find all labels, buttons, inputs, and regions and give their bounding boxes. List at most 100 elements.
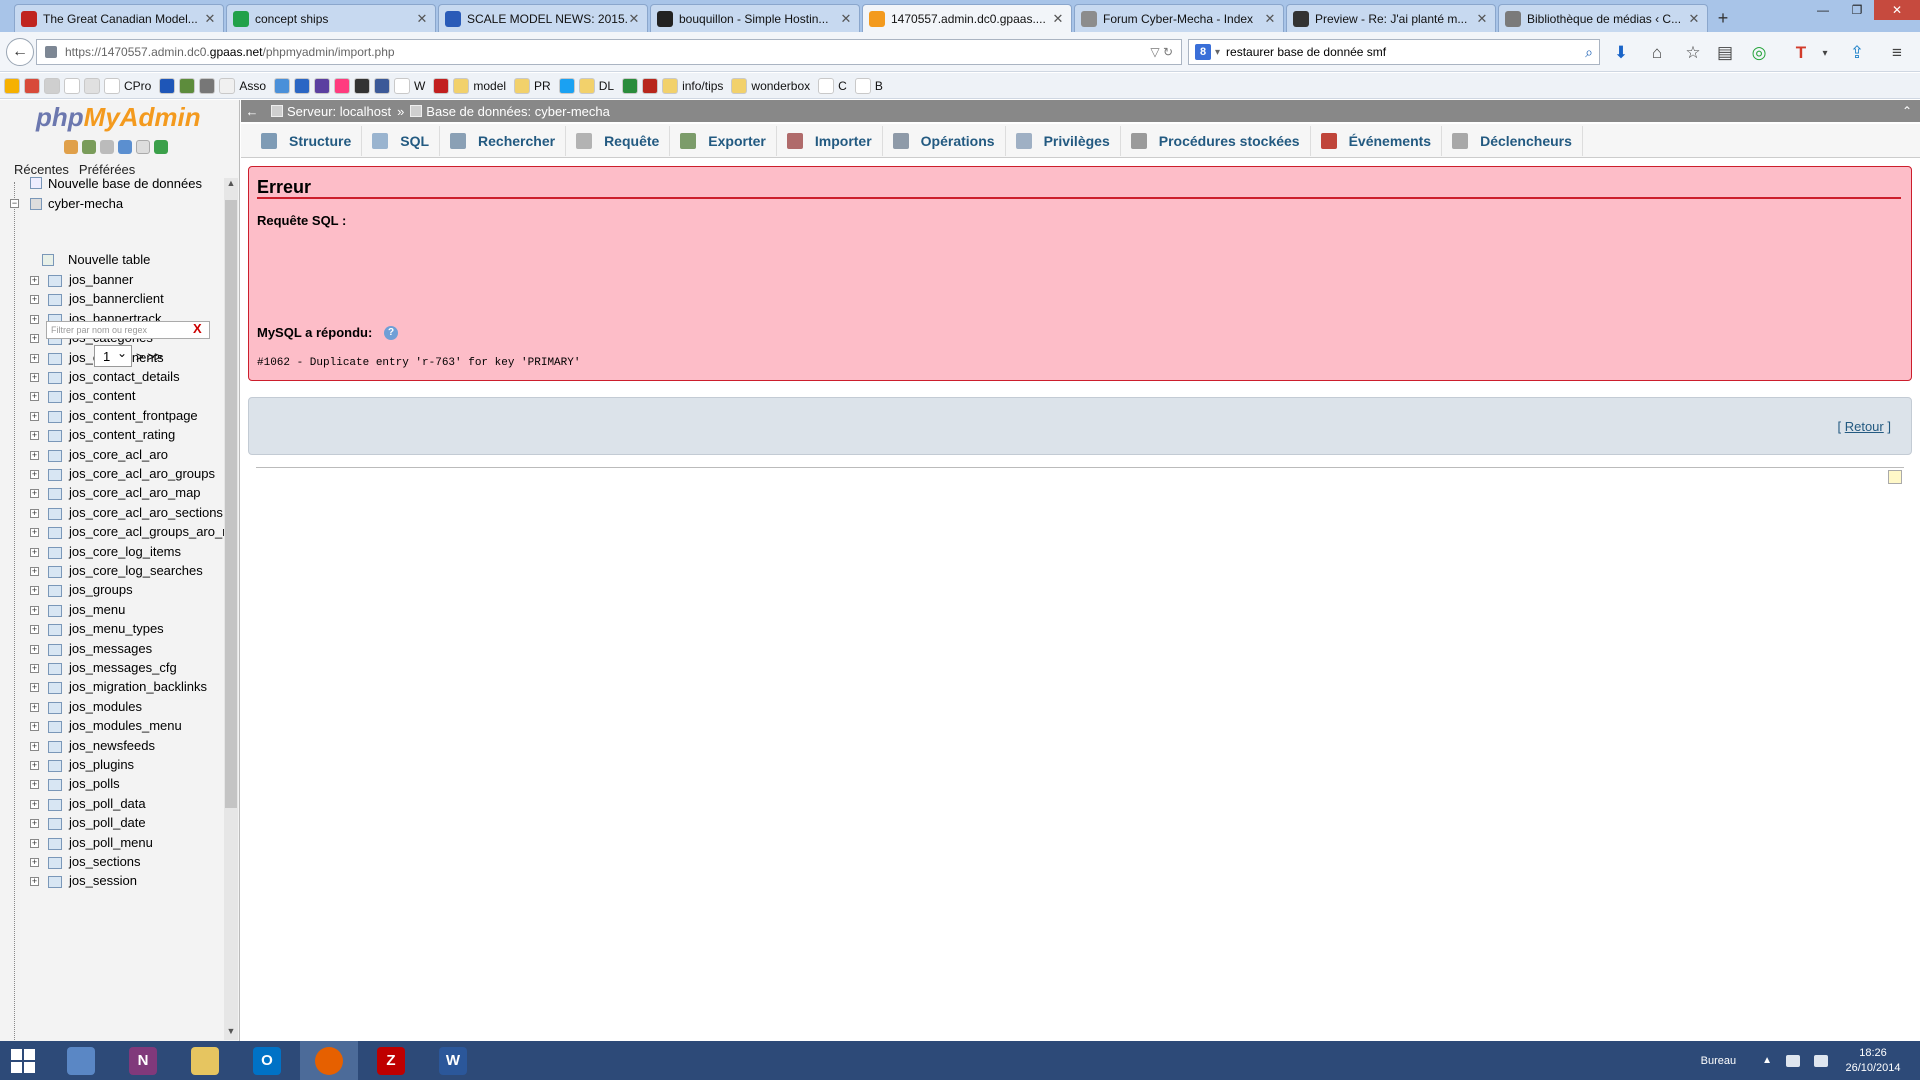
table-icon[interactable] xyxy=(48,527,62,540)
close-window-button[interactable]: ✕ xyxy=(1874,0,1920,20)
new-table-node[interactable]: Nouvelle table xyxy=(42,252,150,267)
table-icon[interactable] xyxy=(48,837,62,850)
restore-button[interactable]: ❐ xyxy=(1840,0,1874,20)
phpmyadmin-logo[interactable]: phpMyAdmin xyxy=(36,102,201,133)
table-item[interactable]: jos_content_rating xyxy=(69,427,175,442)
clock[interactable]: 18:26 26/10/2014 xyxy=(1842,1046,1904,1076)
bookmark-icon[interactable] xyxy=(4,77,20,94)
table-item[interactable]: jos_sections xyxy=(69,854,141,869)
browser-tab[interactable]: Forum Cyber-Mecha - Index ✕ xyxy=(1074,4,1284,32)
expand-icon[interactable]: + xyxy=(30,761,39,770)
breadcrumb-server[interactable]: Serveur: localhost xyxy=(287,104,391,119)
table-item[interactable]: jos_contact_details xyxy=(69,369,180,384)
table-icon[interactable] xyxy=(48,701,62,714)
expand-icon[interactable]: + xyxy=(30,353,39,363)
table-icon[interactable] xyxy=(48,740,62,753)
close-tab-icon[interactable]: ✕ xyxy=(1051,11,1065,27)
table-icon[interactable] xyxy=(48,760,62,772)
database-node-cyber-mecha[interactable]: cyber-mecha xyxy=(30,196,123,211)
tab-requête[interactable]: Requête xyxy=(566,125,671,156)
expand-icon[interactable]: + xyxy=(30,508,39,518)
search-engine-icon[interactable]: 8 xyxy=(1195,44,1211,60)
bookmark-icon[interactable] xyxy=(219,77,236,94)
home-icon[interactable]: ⌂ xyxy=(1646,42,1668,64)
new-database-node[interactable]: Nouvelle base de données xyxy=(30,176,202,191)
table-item[interactable]: jos_groups xyxy=(69,582,133,597)
table-item[interactable]: jos_poll_data xyxy=(69,796,146,811)
table-item[interactable]: jos_content xyxy=(69,388,136,403)
bookmark-icon[interactable] xyxy=(854,77,871,94)
bookmark-label[interactable]: info/tips xyxy=(682,79,723,93)
menu-icon[interactable]: ≡ xyxy=(1886,42,1908,64)
bookmark-icon[interactable] xyxy=(642,77,659,94)
start-button[interactable] xyxy=(0,1041,46,1080)
table-icon[interactable] xyxy=(48,798,62,811)
bookmark-label[interactable]: W xyxy=(414,79,425,93)
expand-icon[interactable]: + xyxy=(30,644,39,654)
close-tab-icon[interactable]: ✕ xyxy=(1475,11,1489,27)
bookmarks-list-icon[interactable]: ▤ xyxy=(1714,42,1736,64)
expand-icon[interactable]: + xyxy=(30,450,39,460)
sync-icon[interactable]: ◎ xyxy=(1748,42,1770,64)
bookmark-label[interactable]: model xyxy=(473,79,506,93)
home-icon[interactable] xyxy=(64,140,78,154)
table-icon[interactable] xyxy=(48,682,62,695)
url-bar[interactable]: https://1470557.admin.dc0. gpaas.net/phpm… xyxy=(36,39,1182,65)
tab-exporter[interactable]: Exporter xyxy=(670,125,777,156)
table-icon[interactable] xyxy=(48,449,62,462)
table-icon[interactable] xyxy=(48,857,62,869)
table-item[interactable]: jos_core_acl_groups_aro_r xyxy=(69,524,224,539)
bookmark-label[interactable]: B xyxy=(875,79,883,93)
bookmark-icon[interactable] xyxy=(199,77,216,94)
table-icon[interactable] xyxy=(48,488,62,501)
bookmark-label[interactable]: Asso xyxy=(239,79,266,93)
expand-icon[interactable]: + xyxy=(30,276,39,285)
expand-icon[interactable]: + xyxy=(30,780,39,790)
bookmark-icon[interactable] xyxy=(622,77,639,94)
table-icon[interactable] xyxy=(48,352,62,365)
expand-icon[interactable]: + xyxy=(30,799,39,809)
close-tab-icon[interactable]: ✕ xyxy=(1263,11,1277,27)
action-center-icon[interactable] xyxy=(1786,1054,1800,1067)
expand-icon[interactable]: + xyxy=(30,314,39,324)
return-link[interactable]: Retour xyxy=(1845,419,1884,434)
scroll-up-icon[interactable]: ▲ xyxy=(224,178,238,192)
expand-icon[interactable]: + xyxy=(30,877,39,887)
bookmark-icon[interactable] xyxy=(662,77,679,94)
expand-icon[interactable]: + xyxy=(30,295,39,305)
addon-dropdown-icon[interactable]: ▾ xyxy=(1814,42,1836,64)
table-icon[interactable] xyxy=(48,391,62,404)
table-icon[interactable] xyxy=(48,469,62,481)
table-item[interactable]: jos_migration_backlinks xyxy=(69,679,207,694)
bookmark-star-icon[interactable]: ☆ xyxy=(1682,42,1704,64)
browser-tab[interactable]: bouquillon - Simple Hostin... ✕ xyxy=(650,4,860,32)
help-icon[interactable]: ? xyxy=(384,326,398,340)
table-icon[interactable] xyxy=(48,585,62,598)
reload-icon[interactable] xyxy=(154,140,168,154)
table-icon[interactable] xyxy=(48,275,62,287)
table-item[interactable]: jos_messages xyxy=(69,641,152,656)
bookmark-label[interactable]: PR xyxy=(534,79,551,93)
close-tab-icon[interactable]: ✕ xyxy=(415,11,429,27)
taskbar-app-explorer[interactable] xyxy=(176,1041,234,1080)
translate-icon[interactable]: T xyxy=(1790,42,1812,64)
bookmark-icon[interactable] xyxy=(159,77,176,94)
bookmark-icon[interactable] xyxy=(433,77,450,94)
expand-icon[interactable]: + xyxy=(30,664,39,673)
table-item[interactable]: jos_core_acl_aro_sections xyxy=(69,505,223,520)
browser-tab[interactable]: SCALE MODEL NEWS: 2015... ✕ xyxy=(438,4,648,32)
download-icon[interactable]: ⬇ xyxy=(1610,42,1632,64)
tab-structure[interactable]: Structure xyxy=(251,125,363,156)
breadcrumb-database[interactable]: Base de données: cyber-mecha xyxy=(426,104,610,119)
table-item[interactable]: jos_session xyxy=(69,873,137,888)
table-icon[interactable] xyxy=(48,779,62,792)
tab-procédures-stockées[interactable]: Procédures stockées xyxy=(1121,125,1311,156)
table-item[interactable]: jos_bannerclient xyxy=(69,291,164,306)
browser-tab[interactable]: Preview - Re: J'ai planté m... ✕ xyxy=(1286,4,1496,32)
bookmark-icon[interactable] xyxy=(104,77,120,94)
bookmark-icon[interactable] xyxy=(394,77,411,94)
network-icon[interactable] xyxy=(1814,1054,1828,1067)
taskbar-app-firefox[interactable] xyxy=(300,1041,358,1080)
table-icon[interactable] xyxy=(48,876,62,889)
expand-icon[interactable]: + xyxy=(30,702,39,712)
